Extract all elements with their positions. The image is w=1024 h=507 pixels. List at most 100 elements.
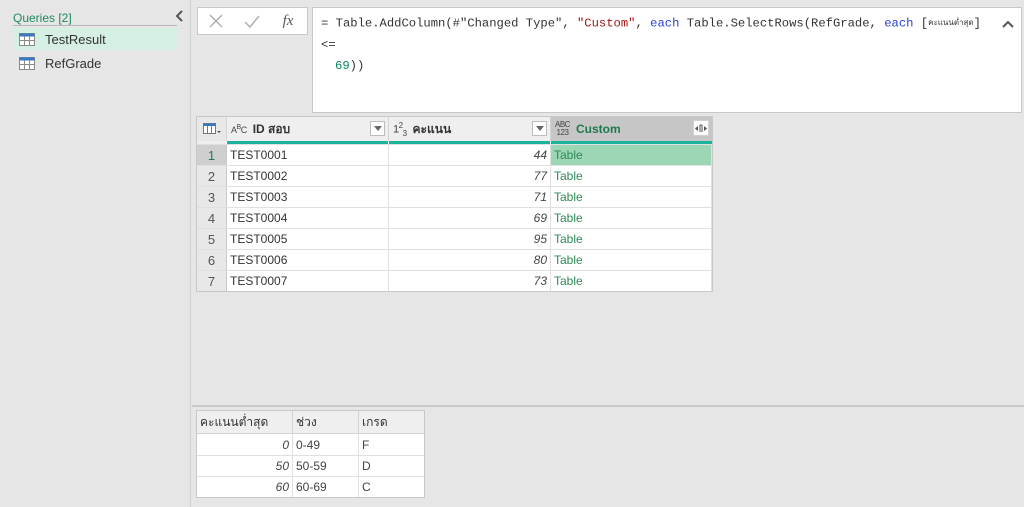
cell-score[interactable]: 95 [389, 229, 551, 249]
cell-custom-table-link[interactable]: Table [551, 166, 712, 186]
preview-cell: 50 [197, 456, 293, 476]
preview-body: 0 0-49 F 50 50-59 D 60 60-69 C [197, 434, 424, 497]
cell-id[interactable]: TEST0006 [227, 250, 389, 270]
formula-keyword: each [650, 16, 680, 31]
row-number[interactable]: 4 [197, 208, 227, 228]
commit-formula-button[interactable] [234, 8, 270, 34]
check-icon [244, 15, 260, 28]
table-row[interactable]: 6 TEST0006 80 Table [197, 249, 712, 270]
preview-cell: 0-49 [293, 434, 359, 455]
dropdown-arrow-icon [373, 126, 382, 131]
expand-column-button[interactable] [693, 120, 709, 136]
cell-id[interactable]: TEST0007 [227, 271, 389, 291]
cell-score[interactable]: 73 [389, 271, 551, 291]
expand-icon [695, 124, 707, 132]
filter-dropdown-button[interactable] [370, 121, 385, 136]
column-quality-bar [197, 141, 712, 144]
preview-row: 50 50-59 D [197, 455, 424, 476]
formula-text: = Table.AddColumn(#"Changed Type", [321, 16, 577, 31]
dropdown-arrow-icon [535, 126, 544, 131]
formula-line-1: = Table.AddColumn(#"Changed Type", "Cust… [321, 13, 981, 56]
table-menu-button[interactable] [197, 117, 227, 141]
cell-id[interactable]: TEST0001 [227, 145, 389, 165]
queries-pane: Queries [2] TestResult RefGrade [0, 0, 191, 507]
table-row[interactable]: 3 TEST0003 71 Table [197, 186, 712, 207]
column-title: Custom [575, 122, 621, 136]
number-type-icon: 123 [393, 120, 407, 138]
cell-custom-table-link[interactable]: Table [551, 250, 712, 270]
preview-column-header: คะแนนต่ำสุด [197, 411, 293, 433]
formula-text: [ [913, 16, 929, 31]
column-header-score[interactable]: 123 คะแนน [389, 117, 551, 141]
formula-buttons: fx [197, 7, 308, 35]
query-item-refgrade[interactable]: RefGrade [13, 52, 177, 74]
table-row[interactable]: 4 TEST0004 69 Table [197, 207, 712, 228]
cell-custom-table-link[interactable]: Table [551, 187, 712, 207]
preview-cell: C [362, 480, 371, 494]
row-number[interactable]: 3 [197, 187, 227, 207]
collapse-formula-button[interactable] [1001, 16, 1015, 28]
cell-score[interactable]: 44 [389, 145, 551, 165]
cell-score[interactable]: 80 [389, 250, 551, 270]
formula-input[interactable]: = Table.AddColumn(#"Changed Type", "Cust… [312, 7, 1022, 113]
formula-line-2: 69)) [321, 56, 981, 77]
cell-id[interactable]: TEST0004 [227, 208, 389, 228]
formula-field-name: คะแนนต่ำสุด [928, 19, 974, 28]
row-number[interactable]: 1 [197, 145, 227, 165]
cell-id[interactable]: TEST0003 [227, 187, 389, 207]
formula-keyword: each [884, 16, 914, 31]
cell-custom-table-link[interactable]: Table [551, 229, 712, 249]
queries-header: Queries [2] [13, 10, 177, 26]
cell-id[interactable]: TEST0005 [227, 229, 389, 249]
cell-custom-table-link[interactable]: Table [551, 271, 712, 291]
row-number[interactable]: 5 [197, 229, 227, 249]
cell-id[interactable]: TEST0002 [227, 166, 389, 186]
table-row[interactable]: 7 TEST0007 73 Table [197, 270, 712, 291]
preview-row: 0 0-49 F [197, 434, 424, 455]
data-grid: ABC ID สอบ 123 คะแนน ABC 123 Custom 1 TE… [196, 116, 713, 292]
formula-text: , [635, 16, 651, 31]
query-item-testresult[interactable]: TestResult [13, 28, 177, 50]
table-icon [19, 32, 35, 46]
cell-score[interactable]: 69 [389, 208, 551, 228]
fx-button[interactable]: fx [270, 8, 306, 34]
column-header-custom[interactable]: ABC 123 Custom [551, 117, 712, 141]
formula-string: "Custom" [576, 16, 636, 31]
preview-column-header: ช่วง [293, 411, 359, 433]
preview-cell: 50-59 [293, 456, 359, 476]
row-number[interactable]: 2 [197, 166, 227, 186]
preview-splitter[interactable] [192, 405, 1024, 407]
cell-custom-table-link[interactable]: Table [551, 208, 712, 228]
table-row[interactable]: 1 TEST0001 44 Table [197, 144, 712, 165]
cancel-formula-button[interactable] [198, 8, 234, 34]
table-icon [19, 56, 35, 70]
quality-bar-score [389, 141, 551, 144]
column-title: ID สอบ [252, 121, 291, 136]
column-title: คะแนน [412, 121, 452, 136]
filter-dropdown-button[interactable] [532, 121, 547, 136]
grid-header: ABC ID สอบ 123 คะแนน ABC 123 Custom [197, 117, 712, 141]
preview-header: คะแนนต่ำสุด ช่วง เกรด [197, 411, 424, 434]
collapse-pane-button[interactable] [172, 8, 186, 24]
formula-text: )) [349, 58, 365, 73]
column-header-id[interactable]: ABC ID สอบ [227, 117, 389, 141]
cell-score[interactable]: 71 [389, 187, 551, 207]
grid-body: 1 TEST0001 44 Table 2 TEST0002 77 Table 3 TEST000… [197, 144, 712, 291]
preview-cell: F [362, 437, 370, 452]
cell-score[interactable]: 77 [389, 166, 551, 186]
cell-custom-table-link[interactable]: Table [551, 145, 712, 165]
quality-bar-custom [551, 141, 712, 144]
quality-bar-id [227, 141, 389, 144]
row-number[interactable]: 7 [197, 271, 227, 291]
preview-table: คะแนนต่ำสุด ช่วง เกรด 0 0-49 F 50 50-59 D 60 60… [196, 410, 425, 498]
preview-cell: D [362, 459, 371, 473]
preview-row: 60 60-69 C [197, 476, 424, 497]
table-row[interactable]: 5 TEST0005 95 Table [197, 228, 712, 249]
table-row[interactable]: 2 TEST0002 77 Table [197, 165, 712, 186]
chevron-up-icon [1002, 20, 1014, 28]
row-number[interactable]: 6 [197, 250, 227, 270]
quality-bar-spacer [197, 141, 227, 144]
text-type-icon: ABC [231, 123, 247, 135]
preview-cell: 60 [197, 477, 293, 497]
formula-number: 69 [335, 58, 350, 73]
